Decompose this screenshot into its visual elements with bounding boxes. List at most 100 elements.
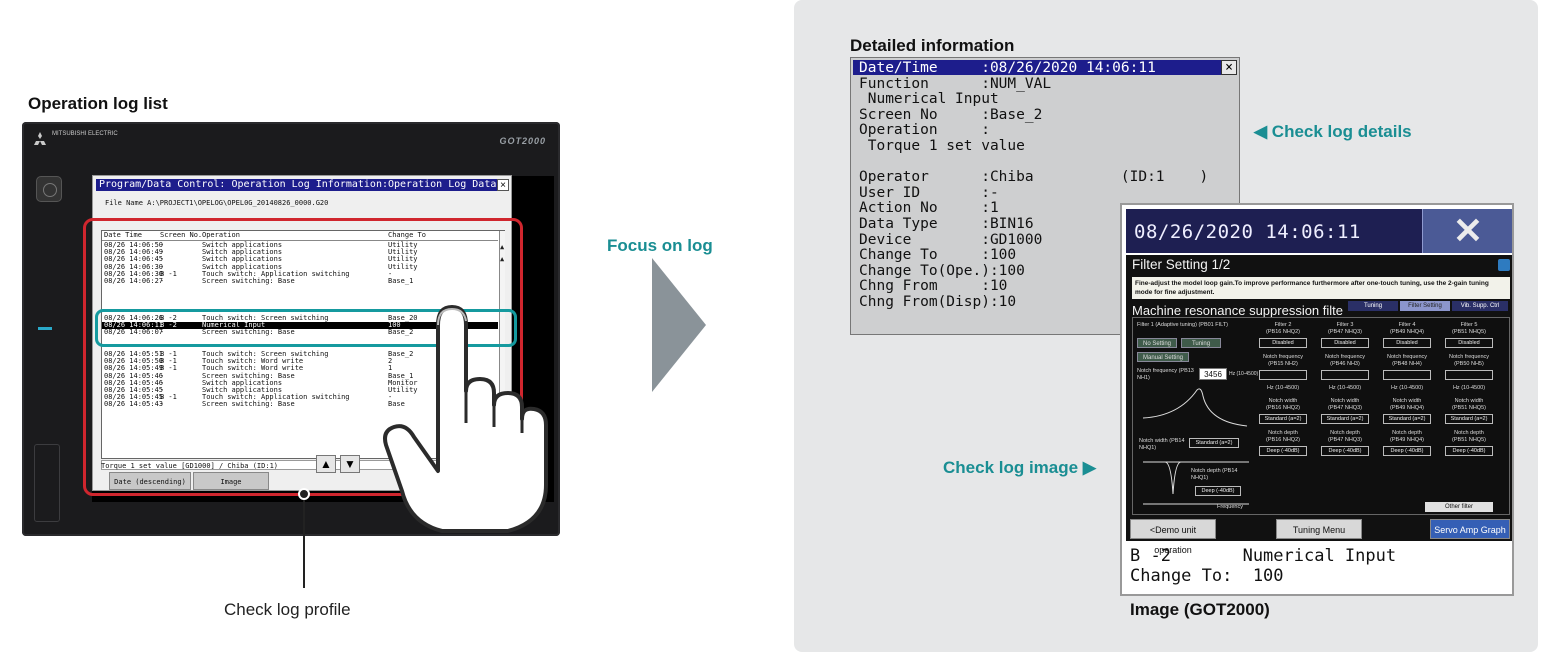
- nf-input[interactable]: [1259, 370, 1307, 380]
- notch-frequency-unit: Hz (10-4500): [1229, 371, 1259, 377]
- nf-label: Notch frequency: [1262, 354, 1304, 360]
- check-log-image-label: Check log image ▶: [943, 458, 1096, 477]
- nw-param: (PB47 NHQ3): [1328, 405, 1362, 411]
- nw-label: Notch width: [1392, 398, 1422, 404]
- nf-param: (PB15 NH2): [1268, 361, 1298, 367]
- detail-line: Data Type :BIN16: [859, 216, 1034, 232]
- filter1-label: Filter 1 (Adaptive tuning) (PB01 FILT): [1137, 322, 1228, 328]
- detail-line: Function :NUM_VAL: [859, 75, 1052, 92]
- help-icon[interactable]: [1498, 259, 1510, 271]
- filter-param: (PB49 NHQ4): [1390, 329, 1424, 335]
- nd-label: Notch depth: [1330, 430, 1360, 436]
- filter-setting-screen: Filter Setting 1/2 Fine-adjust the model…: [1126, 255, 1512, 555]
- nw-value[interactable]: Standard (a=2): [1445, 414, 1493, 424]
- other-filter-button[interactable]: Other filter: [1425, 502, 1493, 512]
- filter-column: Filter 5 (PB51 NHQ5) Disabled Notch frequen…: [1443, 322, 1495, 461]
- nd-label: Notch depth: [1392, 430, 1422, 436]
- nd-value[interactable]: Deep (-40dB): [1321, 446, 1369, 456]
- nd-param: (PB16 NHQ2): [1266, 437, 1300, 443]
- filter-param: (PB47 NHQ3): [1328, 329, 1362, 335]
- nw-label: Notch width: [1454, 398, 1484, 404]
- detail-line: Numerical Input: [859, 91, 999, 108]
- hz-range: Hz (10-4500): [1266, 385, 1300, 391]
- sd-card-slot: [34, 444, 60, 522]
- image-datetime: 08/26/2020 14:06:11: [1134, 221, 1361, 243]
- filter-setting-title: Filter Setting 1/2: [1132, 257, 1231, 272]
- filter-name: Filter 3: [1336, 322, 1354, 328]
- tuning-button[interactable]: Tuning: [1181, 338, 1221, 348]
- log-image-screen: 08/26/2020 14:06:11 ✕ Filter Setting 1/2…: [1120, 203, 1514, 596]
- filter-columns: Filter 2 (PB16 NHQ2) Disabled Notch frequen…: [1257, 322, 1507, 502]
- no-setting-button[interactable]: No Setting: [1137, 338, 1177, 348]
- nw-value[interactable]: Standard (a=2): [1383, 414, 1431, 424]
- nf-input[interactable]: [1383, 370, 1431, 380]
- notch-depth-value[interactable]: Deep (-40dB): [1195, 486, 1241, 496]
- hz-range: Hz (10-4500): [1452, 385, 1486, 391]
- hmi-hardware-button[interactable]: [36, 176, 62, 202]
- filter-state[interactable]: Disabled: [1445, 338, 1493, 348]
- filter-param: (PB16 NHQ2): [1266, 329, 1300, 335]
- nd-value[interactable]: Deep (-40dB): [1383, 446, 1431, 456]
- filter-state[interactable]: Disabled: [1259, 338, 1307, 348]
- filter-name: Filter 2: [1274, 322, 1292, 328]
- filter-panel: Filter 1 (Adaptive tuning) (PB01 FILT) N…: [1132, 317, 1510, 515]
- servo-amp-graph-button[interactable]: Servo Amp Graph: [1430, 519, 1510, 539]
- status-led: [38, 327, 52, 330]
- nd-value[interactable]: Deep (-40dB): [1259, 446, 1307, 456]
- nw-value[interactable]: Standard (a=2): [1321, 414, 1369, 424]
- image-close-button[interactable]: ✕: [1422, 209, 1512, 253]
- notch-frequency-input[interactable]: 3456: [1199, 368, 1227, 380]
- nf-input[interactable]: [1321, 370, 1369, 380]
- filter-name: Filter 5: [1460, 322, 1478, 328]
- mitsubishi-logo-icon: [34, 132, 46, 145]
- detail-line: User ID :-: [859, 184, 999, 201]
- detail-line: Action No :1: [859, 200, 999, 217]
- nd-value[interactable]: Deep (-40dB): [1445, 446, 1493, 456]
- close-button[interactable]: ×: [497, 179, 509, 191]
- tab-tuning[interactable]: Tuning: [1348, 301, 1398, 311]
- nf-input[interactable]: [1445, 370, 1493, 380]
- filter-state[interactable]: Disabled: [1321, 338, 1369, 348]
- profile-callout-line: [303, 493, 305, 588]
- hand-pointer-icon: [383, 305, 548, 533]
- nw-label: Notch width: [1330, 398, 1360, 404]
- image-caption: Image (GOT2000): [1130, 600, 1270, 619]
- check-log-profile-label: Check log profile: [224, 600, 351, 619]
- detail-line: Chng From :10: [859, 278, 1008, 295]
- tab-vib-supp-ctrl[interactable]: Vib. Supp. Ctrl: [1452, 301, 1508, 311]
- filter-state[interactable]: Disabled: [1383, 338, 1431, 348]
- notch-width-label: Notch width (PB14 NHQ1): [1139, 438, 1185, 451]
- detail-datetime-line: Date/Time :08/26/2020 14:06:11: [859, 60, 1156, 76]
- detail-line: Operator :Chiba (ID:1 ): [859, 169, 1209, 186]
- notch-width-value[interactable]: Standard (a=2): [1189, 438, 1239, 448]
- maker-text: MITSUBISHI ELECTRIC: [52, 131, 118, 137]
- tuning-menu-button[interactable]: Tuning Menu: [1276, 519, 1362, 539]
- manual-setting-button[interactable]: Manual Setting: [1137, 352, 1189, 362]
- detailed-information-title: Detailed information: [850, 36, 1015, 55]
- detail-line: Screen No :Base_2: [859, 106, 1043, 123]
- filter-description: Fine-adjust the model loop gain.To impro…: [1132, 277, 1510, 299]
- filter-column: Filter 3 (PB47 NHQ3) Disabled Notch frequen…: [1319, 322, 1371, 461]
- detail-line: Torque 1 set value: [859, 138, 1025, 154]
- detail-line: Operation :: [859, 122, 990, 139]
- tab-filter-setting[interactable]: Filter Setting: [1400, 301, 1450, 311]
- filter-param: (PB51 NHQ5): [1452, 329, 1486, 335]
- nf-param: (PB46 NH3): [1330, 361, 1360, 367]
- filter-name: Filter 4: [1398, 322, 1416, 328]
- focus-on-log-label: Focus on log: [607, 236, 713, 255]
- nw-param: (PB16 NHQ2): [1266, 405, 1300, 411]
- demo-unit-operation-button[interactable]: <Demo unit operation: [1130, 519, 1216, 555]
- detail-line: Chng From(Disp):10: [859, 294, 1017, 310]
- window-title: Program/Data Control: Operation Log Info…: [96, 179, 497, 191]
- frequency-axis-label: Frequency: [1217, 504, 1243, 510]
- nw-label: Notch width: [1268, 398, 1298, 404]
- nd-label: Notch depth: [1454, 430, 1484, 436]
- image-operation-line: B -2 Numerical Input: [1130, 546, 1397, 566]
- resonance-title: Machine resonance suppression filte: [1132, 303, 1344, 318]
- frequency-curve-icon: [1142, 388, 1248, 427]
- nw-value[interactable]: Standard (a=2): [1259, 414, 1307, 424]
- nf-label: Notch frequency: [1386, 354, 1428, 360]
- close-icon: ✕: [1452, 210, 1484, 251]
- brand-text: GOT2000: [499, 136, 546, 146]
- hz-range: Hz (10-4500): [1390, 385, 1424, 391]
